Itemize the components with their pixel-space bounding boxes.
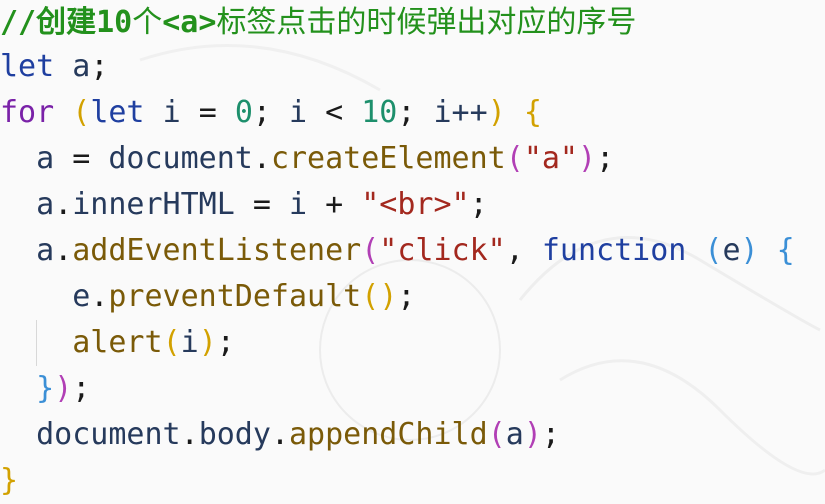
code-line-5: a.innerHTML = i + "<br>"; [0, 182, 488, 228]
identifier-i: i [289, 187, 308, 222]
identifier-a: a [36, 187, 55, 222]
comma: , [505, 233, 524, 268]
paren-open: ( [505, 141, 524, 176]
identifier-a: a [72, 49, 91, 84]
paren-close: ) [740, 233, 759, 268]
code-line-6: a.addEventListener("click", function (e)… [0, 228, 795, 274]
paren-close: ) [487, 95, 506, 130]
paren-close: ) [578, 141, 597, 176]
paren-open: ( [487, 417, 506, 452]
property-body: body [198, 417, 271, 452]
identifier-i: i [180, 325, 199, 360]
comment-prefix: //创建 [0, 5, 97, 40]
string-a: "a" [523, 141, 578, 176]
paren-close: ) [54, 371, 73, 406]
brace-close: } [36, 371, 55, 406]
keyword-function: function [541, 233, 687, 268]
method-appendChild: appendChild [289, 417, 488, 452]
comment-measure-word: 个 [132, 5, 163, 40]
method-createElement: createElement [270, 141, 506, 176]
param-e: e [722, 233, 741, 268]
number-ten: 10 [361, 95, 398, 130]
keyword-let: let [90, 95, 145, 130]
operator-less: < [325, 95, 344, 130]
semicolon: ; [216, 325, 235, 360]
increment: i++ [433, 95, 488, 130]
function-alert: alert [72, 325, 163, 360]
semicolon: ; [596, 141, 615, 176]
dot: . [54, 187, 73, 222]
dot: . [54, 233, 73, 268]
paren-close: ) [523, 417, 542, 452]
identifier-document: document [108, 141, 253, 176]
paren-open: ( [72, 95, 91, 130]
paren-close: ) [379, 279, 398, 314]
identifier-i: i [289, 95, 308, 130]
code-line-10: document.body.appendChild(a); [0, 412, 560, 458]
code-line-7: e.preventDefault(); [0, 274, 415, 320]
comment-text: 标签点击的时候弹出对应的序号 [216, 5, 637, 40]
method-preventDefault: preventDefault [108, 279, 362, 314]
semicolon: ; [397, 95, 416, 130]
number-zero: 0 [234, 95, 253, 130]
keyword-let: let [0, 49, 55, 84]
identifier-a: a [36, 233, 55, 268]
semicolon: ; [72, 371, 91, 406]
keyword-for: for [0, 95, 55, 130]
code-line-2: let a; [0, 44, 108, 90]
property-innerHTML: innerHTML [72, 187, 235, 222]
code-comment-line: //创建10个<a>标签点击的时候弹出对应的序号 [0, 0, 636, 46]
paren-open: ( [361, 233, 380, 268]
dot: . [252, 141, 271, 176]
string-click: "click" [379, 233, 506, 268]
identifier-document: document [36, 417, 181, 452]
semicolon: ; [90, 49, 109, 84]
paren-open: ( [162, 325, 181, 360]
string-br: "<br>" [361, 187, 470, 222]
dot: . [270, 417, 289, 452]
code-editor: //创建10个<a>标签点击的时候弹出对应的序号 let a; for (let… [0, 0, 825, 503]
semicolon: ; [252, 95, 271, 130]
brace-open: { [776, 233, 795, 268]
semicolon: ; [397, 279, 416, 314]
paren-open: ( [704, 233, 723, 268]
brace-open: { [523, 95, 542, 130]
paren-close: ) [198, 325, 217, 360]
identifier-e: e [72, 279, 91, 314]
operator-plus: + [325, 187, 344, 222]
operator-assign: = [198, 95, 217, 130]
dot: . [90, 279, 109, 314]
dot: . [180, 417, 199, 452]
comment-number: 10 [96, 5, 133, 40]
code-line-3: for (let i = 0; i < 10; i++) { [0, 90, 542, 136]
semicolon: ; [469, 187, 488, 222]
paren-open: ( [361, 279, 380, 314]
method-addEventListener: addEventListener [72, 233, 362, 268]
operator-assign: = [72, 141, 91, 176]
semicolon: ; [541, 417, 560, 452]
identifier-i: i [162, 95, 181, 130]
operator-assign: = [252, 187, 271, 222]
identifier-a: a [36, 141, 55, 176]
code-line-11: } [0, 458, 18, 504]
code-line-4: a = document.createElement("a"); [0, 136, 614, 182]
code-line-8: alert(i); [0, 320, 235, 366]
code-line-9: }); [0, 366, 90, 412]
comment-tag: <a> [162, 5, 217, 40]
identifier-a: a [505, 417, 524, 452]
brace-close: } [0, 463, 19, 498]
